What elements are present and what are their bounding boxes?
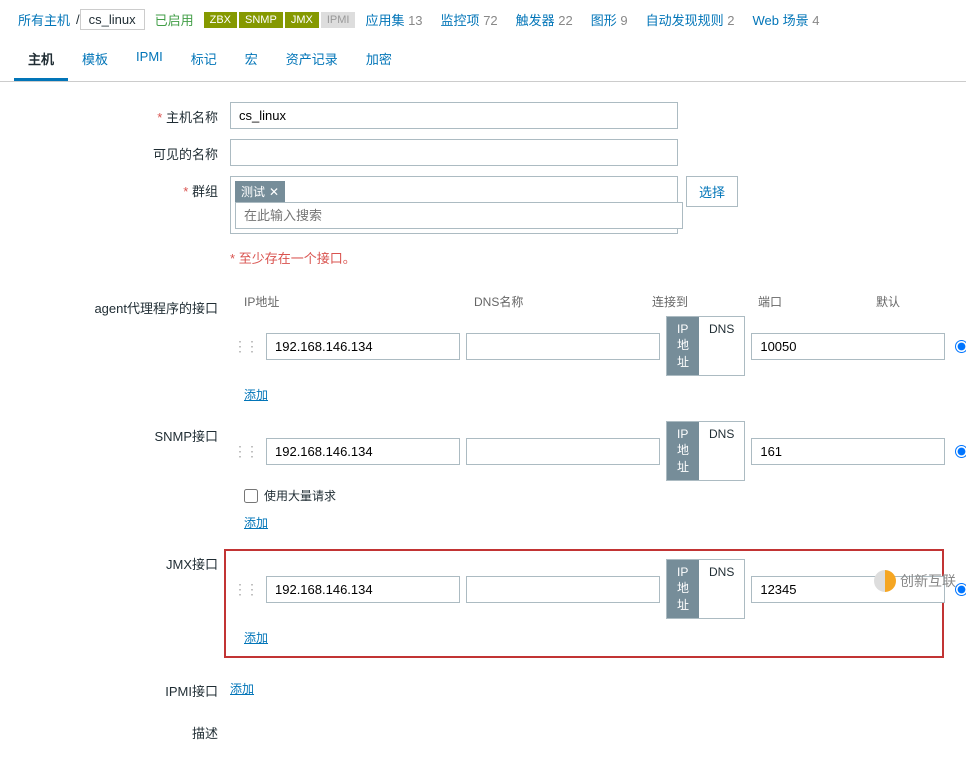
agent-connect-ip[interactable]: IP地址 (667, 317, 699, 375)
host-status: 已启用 (155, 10, 194, 29)
groups-multiselect[interactable]: 测试 ✕ (230, 176, 678, 234)
tab-macros[interactable]: 宏 (231, 39, 272, 81)
breadcrumb: 所有主机 / cs_linux (12, 8, 145, 31)
top-status-bar: 所有主机 / cs_linux 已启用 ZBX SNMP JMX IPMI 应用… (0, 0, 966, 39)
jmx-default-radio[interactable] (955, 583, 966, 596)
tab-encryption[interactable]: 加密 (352, 39, 406, 81)
agent-interface-row: ⋮⋮ IP地址 DNS 移除 (230, 316, 950, 376)
badge-snmp: SNMP (239, 12, 283, 28)
link-web[interactable]: Web 场景 (753, 13, 809, 28)
jmx-dns-input[interactable] (466, 576, 660, 603)
hostname-label: * 主机名称 (14, 102, 230, 126)
agent-interface-label: agent代理程序的接口 (14, 293, 230, 317)
hostname-input[interactable] (230, 102, 678, 129)
jmx-connect-ip[interactable]: IP地址 (667, 560, 699, 618)
drag-handle-icon[interactable]: ⋮⋮ (230, 443, 260, 460)
tab-ipmi[interactable]: IPMI (122, 39, 177, 81)
jmx-connect-dns[interactable]: DNS (699, 560, 744, 618)
tab-host[interactable]: 主机 (14, 39, 68, 81)
snmp-connect-dns[interactable]: DNS (699, 422, 744, 480)
snmp-ip-input[interactable] (266, 438, 460, 465)
jmx-add-link[interactable]: 添加 (244, 629, 268, 646)
watermark: 创新互联 (874, 570, 956, 592)
badge-jmx: JMX (285, 12, 319, 28)
availability-badges: ZBX SNMP JMX IPMI (204, 12, 356, 28)
header-port: 端口 (758, 293, 876, 310)
breadcrumb-host[interactable]: cs_linux (80, 9, 145, 30)
header-connect: 连接到 (652, 293, 758, 310)
select-groups-button[interactable]: 选择 (686, 176, 738, 207)
header-dns: DNS名称 (474, 293, 652, 310)
link-applications[interactable]: 应用集 (365, 13, 404, 28)
agent-dns-input[interactable] (466, 333, 660, 360)
groups-label: * 群组 (14, 176, 230, 200)
groups-search-input[interactable] (235, 202, 683, 229)
link-graphs[interactable]: 图形 (591, 13, 617, 28)
remove-tag-icon[interactable]: ✕ (269, 185, 279, 199)
header-ip: IP地址 (244, 293, 474, 310)
snmp-add-link[interactable]: 添加 (244, 514, 268, 531)
agent-add-link[interactable]: 添加 (244, 386, 268, 403)
snmp-interface-label: SNMP接口 (14, 421, 230, 445)
link-discovery[interactable]: 自动发现规则 (646, 13, 724, 28)
badge-zbx: ZBX (204, 12, 237, 28)
snmp-connect-ip[interactable]: IP地址 (667, 422, 699, 480)
agent-port-input[interactable] (751, 333, 945, 360)
snmp-interface-row: ⋮⋮ IP地址 DNS 移除 (230, 421, 950, 481)
tab-tags[interactable]: 标记 (177, 39, 231, 81)
group-tag: 测试 ✕ (235, 181, 285, 202)
snmp-bulk-checkbox[interactable] (244, 489, 258, 503)
agent-ip-input[interactable] (266, 333, 460, 360)
drag-handle-icon[interactable]: ⋮⋮ (230, 338, 260, 355)
link-items[interactable]: 监控项 (441, 13, 480, 28)
watermark-logo-icon (874, 570, 896, 592)
host-form: * 主机名称 可见的名称 * 群组 测试 ✕ 选择 * 至少存在一个接口。 ag… (0, 82, 966, 772)
jmx-ip-input[interactable] (266, 576, 460, 603)
ipmi-add-link[interactable]: 添加 (230, 680, 254, 697)
snmp-port-input[interactable] (751, 438, 945, 465)
visiblename-input[interactable] (230, 139, 678, 166)
jmx-interface-row: ⋮⋮ IP地址 DNS 移除 (230, 559, 938, 619)
badge-ipmi: IPMI (321, 12, 356, 28)
breadcrumb-all-hosts[interactable]: 所有主机 (12, 8, 76, 31)
tabs: 主机 模板 IPMI 标记 宏 资产记录 加密 (0, 39, 966, 82)
interface-note: * 至少存在一个接口。 (230, 248, 950, 267)
stats-links: 应用集 13 监控项 72 触发器 22 图形 9 自动发现规则 2 Web 场… (365, 10, 819, 29)
jmx-highlight-box: ⋮⋮ IP地址 DNS 移除 添加 (224, 549, 944, 658)
tab-inventory[interactable]: 资产记录 (272, 39, 352, 81)
header-default: 默认 (876, 293, 926, 310)
link-triggers[interactable]: 触发器 (516, 13, 555, 28)
description-label: 描述 (14, 718, 230, 742)
ipmi-interface-label: IPMI接口 (14, 676, 230, 700)
jmx-interface-label: JMX接口 (14, 549, 230, 573)
snmp-bulk-label: 使用大量请求 (264, 487, 336, 504)
tab-templates[interactable]: 模板 (68, 39, 122, 81)
drag-handle-icon[interactable]: ⋮⋮ (230, 581, 260, 598)
visiblename-label: 可见的名称 (14, 139, 230, 163)
agent-default-radio[interactable] (955, 340, 966, 353)
agent-connect-dns[interactable]: DNS (699, 317, 744, 375)
snmp-default-radio[interactable] (955, 445, 966, 458)
snmp-dns-input[interactable] (466, 438, 660, 465)
